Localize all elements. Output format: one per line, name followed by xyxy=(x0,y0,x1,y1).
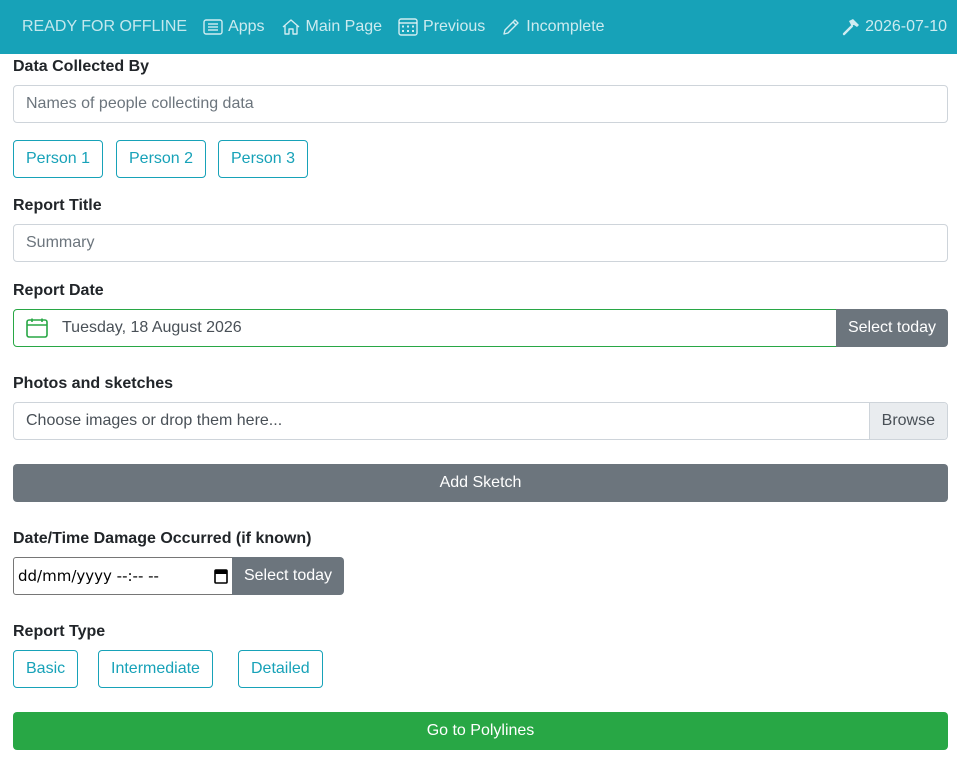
report-type-intermediate-button[interactable]: Intermediate xyxy=(98,650,213,688)
build-date-label: 2026-07-10 xyxy=(865,18,947,35)
calendar-grid-icon xyxy=(398,18,418,36)
damage-datetime-label: Date/Time Damage Occurred (if known) xyxy=(13,530,312,547)
add-sketch-button[interactable]: Add Sketch xyxy=(13,464,948,502)
calendar-picker-icon[interactable] xyxy=(214,568,228,584)
report-date-label: Report Date xyxy=(13,282,104,299)
report-title-label: Report Title xyxy=(13,197,102,214)
browse-button[interactable]: Browse xyxy=(868,403,947,439)
hammer-icon xyxy=(842,19,860,36)
collected-by-label: Data Collected By xyxy=(13,58,150,75)
top-navbar: READY FOR OFFLINE Apps Main Page Previou… xyxy=(0,0,957,54)
report-date-select-today-button[interactable]: Select today xyxy=(836,309,948,347)
pencil-icon xyxy=(503,19,519,35)
photos-file-input[interactable]: Choose images or drop them here... Brows… xyxy=(13,402,948,440)
nav-main-page-label: Main Page xyxy=(305,18,383,35)
collected-by-input[interactable]: Names of people collecting data xyxy=(13,85,948,123)
nav-incomplete-label: Incomplete xyxy=(526,18,605,35)
nav-incomplete[interactable]: Incomplete xyxy=(501,17,605,37)
nav-apps-label: Apps xyxy=(228,18,265,35)
list-icon xyxy=(203,19,223,35)
report-title-input[interactable]: Summary xyxy=(13,224,948,262)
nav-previous[interactable]: Previous xyxy=(398,18,485,36)
photos-placeholder: Choose images or drop them here... xyxy=(26,412,283,429)
report-date-value: Tuesday, 18 August 2026 xyxy=(62,319,242,336)
person-2-button[interactable]: Person 2 xyxy=(116,140,207,178)
damage-datetime-input[interactable]: dd/mm/yyyy --:-- -- xyxy=(13,557,233,595)
nav-apps[interactable]: Apps xyxy=(203,18,265,36)
report-type-label: Report Type xyxy=(13,623,106,640)
nav-build-date: 2026-07-10 xyxy=(841,18,947,36)
report-type-basic-button[interactable]: Basic xyxy=(13,650,79,688)
photos-label: Photos and sketches xyxy=(13,375,174,392)
go-to-polylines-button[interactable]: Go to Polylines xyxy=(13,712,948,750)
nav-previous-label: Previous xyxy=(423,18,486,35)
person-3-button[interactable]: Person 3 xyxy=(218,140,309,178)
nav-main-page[interactable]: Main Page xyxy=(281,18,383,36)
report-type-detailed-button[interactable]: Detailed xyxy=(238,650,323,688)
home-icon xyxy=(282,19,299,35)
damage-datetime-select-today-button[interactable]: Select today xyxy=(232,557,344,595)
offline-status: READY FOR OFFLINE xyxy=(22,18,188,35)
damage-datetime-value: dd/mm/yyyy --:-- -- xyxy=(18,567,159,585)
person-1-button[interactable]: Person 1 xyxy=(13,140,104,178)
calendar-icon xyxy=(26,318,48,338)
report-date-input[interactable]: Tuesday, 18 August 2026 xyxy=(13,309,837,347)
